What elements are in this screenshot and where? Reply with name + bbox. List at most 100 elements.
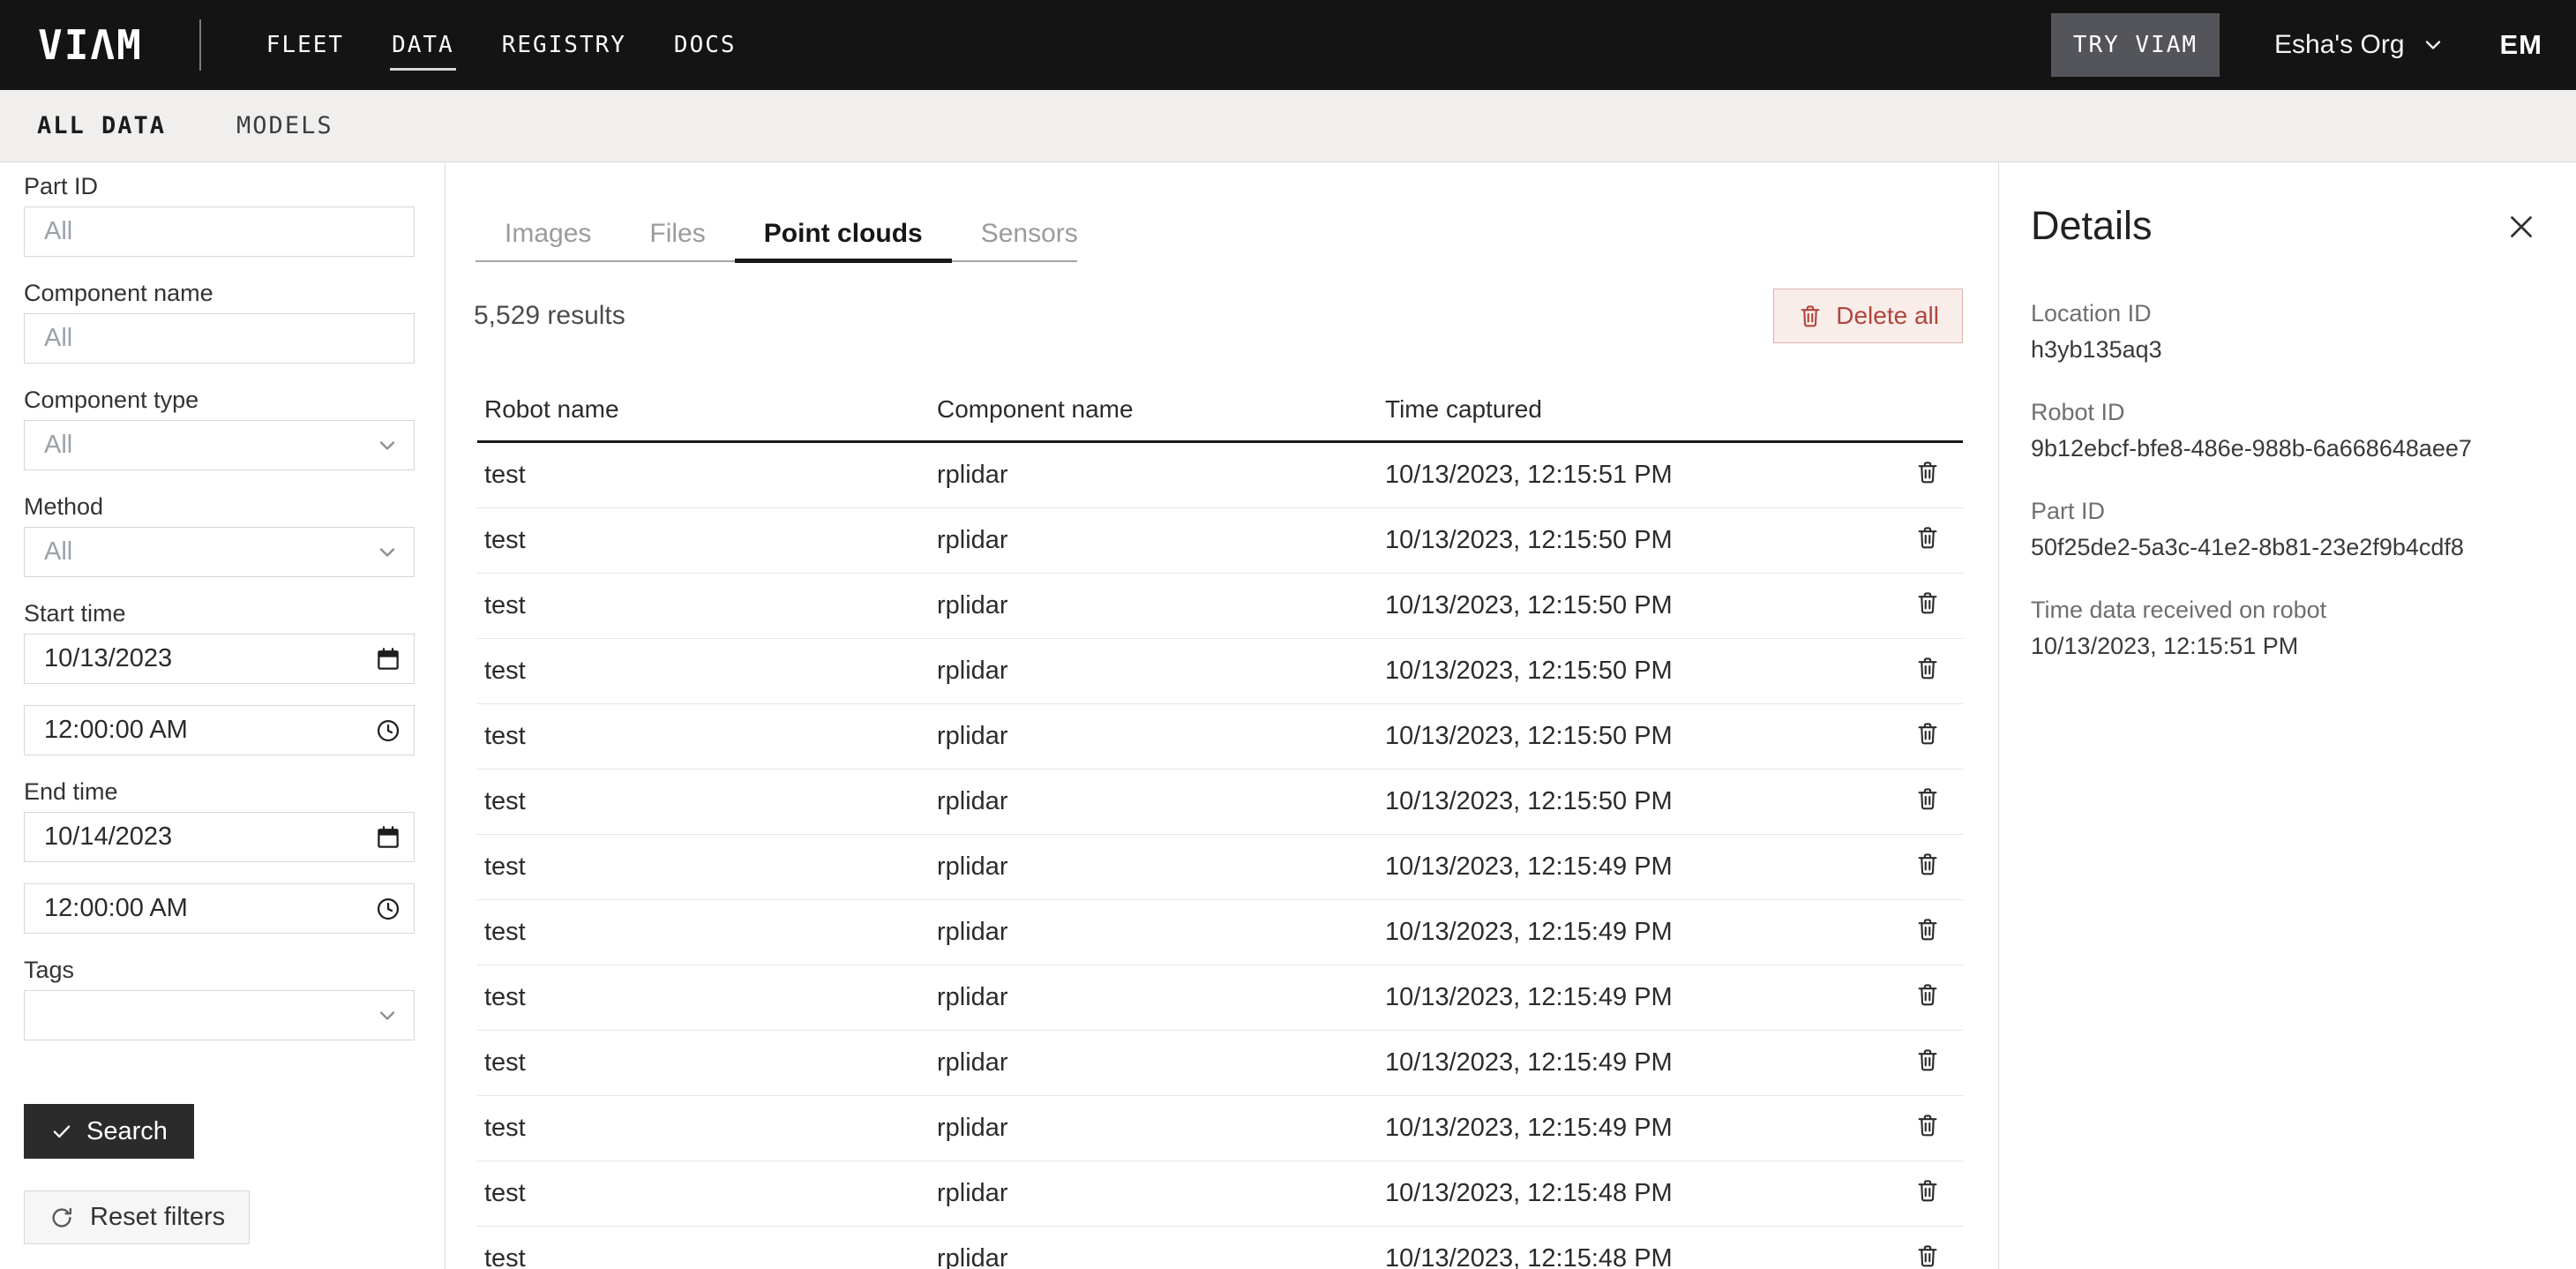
table-row[interactable]: test rplidar 10/13/2023, 12:15:49 PM	[477, 965, 1963, 1031]
start-time-label: Start time	[24, 600, 415, 627]
tab-images[interactable]: Images	[476, 219, 620, 260]
part-id-input[interactable]	[44, 217, 368, 246]
org-name: Esha's Org	[2274, 30, 2404, 60]
delete-row-button[interactable]	[1913, 916, 1942, 944]
tab-point-clouds[interactable]: Point clouds	[735, 219, 952, 260]
trash-icon	[1914, 785, 1941, 812]
filter-start-time: Start time	[24, 600, 415, 755]
end-time-input[interactable]	[44, 894, 368, 923]
table-row[interactable]: test rplidar 10/13/2023, 12:15:48 PM	[477, 1227, 1963, 1269]
cell-robot-name: test	[484, 1048, 937, 1078]
cell-time-captured: 10/13/2023, 12:15:49 PM	[1385, 1114, 1901, 1143]
table-row[interactable]: test rplidar 10/13/2023, 12:15:48 PM	[477, 1161, 1963, 1227]
chevron-down-icon	[375, 540, 400, 565]
calendar-icon[interactable]	[375, 824, 401, 851]
table-row[interactable]: test rplidar 10/13/2023, 12:15:50 PM	[477, 639, 1963, 704]
detail-field-time-received: Time data received on robot 10/13/2023, …	[2031, 597, 2542, 660]
table-row[interactable]: test rplidar 10/13/2023, 12:15:50 PM	[477, 574, 1963, 639]
filter-end-time: End time	[24, 778, 415, 934]
method-select[interactable]: All	[24, 527, 415, 577]
time-received-label: Time data received on robot	[2031, 597, 2542, 624]
delete-row-button[interactable]	[1913, 720, 1942, 748]
start-time-input[interactable]	[44, 716, 368, 745]
data-subnav: ALL DATA MODELS	[0, 90, 2576, 162]
delete-row-button[interactable]	[1913, 851, 1942, 879]
table-row[interactable]: test rplidar 10/13/2023, 12:15:49 PM	[477, 1031, 1963, 1096]
start-date-input[interactable]	[44, 644, 368, 673]
delete-row-button[interactable]	[1913, 459, 1942, 487]
table-row[interactable]: test rplidar 10/13/2023, 12:15:50 PM	[477, 770, 1963, 835]
nav-item-fleet[interactable]: FLEET	[266, 0, 344, 90]
table-row[interactable]: test rplidar 10/13/2023, 12:15:49 PM	[477, 900, 1963, 965]
refresh-icon	[49, 1205, 75, 1231]
filter-method: Method All	[24, 493, 415, 577]
delete-row-button[interactable]	[1913, 981, 1942, 1010]
cell-time-captured: 10/13/2023, 12:15:49 PM	[1385, 1048, 1901, 1078]
viam-logo[interactable]: VIΛM	[38, 21, 143, 69]
clock-icon[interactable]	[375, 896, 401, 922]
component-name-input[interactable]	[44, 324, 368, 353]
point-clouds-table: Robot name Component name Time captured …	[477, 378, 1963, 1269]
search-button[interactable]: Search	[24, 1104, 194, 1159]
part-id-detail-value: 50f25de2-5a3c-41e2-8b81-23e2f9b4cdf8	[2031, 534, 2542, 561]
component-type-select[interactable]: All	[24, 420, 415, 470]
reset-filters-label: Reset filters	[90, 1203, 225, 1232]
cell-robot-name: test	[484, 918, 937, 947]
table-row[interactable]: test rplidar 10/13/2023, 12:15:49 PM	[477, 1096, 1963, 1161]
delete-row-button[interactable]	[1913, 1047, 1942, 1075]
table-body: test rplidar 10/13/2023, 12:15:51 PM t	[477, 443, 1963, 1269]
table-row[interactable]: test rplidar 10/13/2023, 12:15:50 PM	[477, 508, 1963, 574]
delete-row-button[interactable]	[1913, 1243, 1942, 1269]
cell-robot-name: test	[484, 591, 937, 620]
tags-select[interactable]	[24, 990, 415, 1040]
end-time-input-wrap	[24, 883, 415, 934]
component-type-value: All	[44, 431, 72, 460]
tab-all-data[interactable]: ALL DATA	[37, 112, 166, 139]
trash-icon	[1914, 655, 1941, 681]
nav-item-data[interactable]: DATA	[392, 0, 454, 90]
delete-row-button[interactable]	[1913, 1112, 1942, 1140]
tab-models[interactable]: MODELS	[236, 112, 333, 139]
end-date-input[interactable]	[44, 822, 368, 852]
cell-robot-name: test	[484, 852, 937, 882]
check-icon	[50, 1120, 73, 1143]
close-details-button[interactable]	[2504, 210, 2539, 245]
chevron-down-icon	[375, 433, 400, 458]
trash-icon	[1914, 1177, 1941, 1204]
table-row[interactable]: test rplidar 10/13/2023, 12:15:49 PM	[477, 835, 1963, 900]
calendar-icon[interactable]	[375, 646, 401, 672]
cell-robot-name: test	[484, 657, 937, 686]
start-date-input-wrap	[24, 634, 415, 684]
trash-icon	[1914, 851, 1941, 877]
tab-files[interactable]: Files	[620, 219, 734, 260]
robot-id-value: 9b12ebcf-bfe8-486e-988b-6a668648aee7	[2031, 435, 2542, 462]
nav-item-registry[interactable]: REGISTRY	[502, 0, 626, 90]
org-switcher[interactable]: Esha's Org	[2274, 30, 2445, 60]
component-name-input-wrap	[24, 313, 415, 364]
table-row[interactable]: test rplidar 10/13/2023, 12:15:50 PM	[477, 704, 1963, 770]
delete-all-button[interactable]: Delete all	[1773, 289, 1963, 343]
detail-field-robot-id: Robot ID 9b12ebcf-bfe8-486e-988b-6a66864…	[2031, 399, 2542, 462]
table-header-row: Robot name Component name Time captured	[477, 378, 1963, 443]
delete-row-button[interactable]	[1913, 524, 1942, 552]
cell-component-name: rplidar	[937, 787, 1385, 816]
chevron-down-icon	[375, 1003, 400, 1028]
try-viam-button[interactable]: TRY VIAM	[2051, 13, 2220, 77]
cell-time-captured: 10/13/2023, 12:15:49 PM	[1385, 918, 1901, 947]
clock-icon[interactable]	[375, 717, 401, 744]
cell-robot-name: test	[484, 1179, 937, 1208]
delete-row-button[interactable]	[1913, 655, 1942, 683]
table-row[interactable]: test rplidar 10/13/2023, 12:15:51 PM	[477, 443, 1963, 508]
method-value: All	[44, 537, 72, 567]
nav-item-docs[interactable]: DOCS	[674, 0, 737, 90]
tab-sensors[interactable]: Sensors	[952, 219, 1107, 260]
reset-filters-button[interactable]: Reset filters	[24, 1190, 250, 1244]
location-id-label: Location ID	[2031, 300, 2542, 327]
user-avatar[interactable]: EM	[2500, 29, 2543, 61]
delete-row-button[interactable]	[1913, 785, 1942, 814]
delete-row-button[interactable]	[1913, 1177, 1942, 1205]
delete-row-button[interactable]	[1913, 589, 1942, 618]
cell-time-captured: 10/13/2023, 12:15:48 PM	[1385, 1244, 1901, 1269]
data-type-tabs: Images Files Point clouds Sensors	[476, 219, 1077, 262]
cell-time-captured: 10/13/2023, 12:15:48 PM	[1385, 1179, 1901, 1208]
